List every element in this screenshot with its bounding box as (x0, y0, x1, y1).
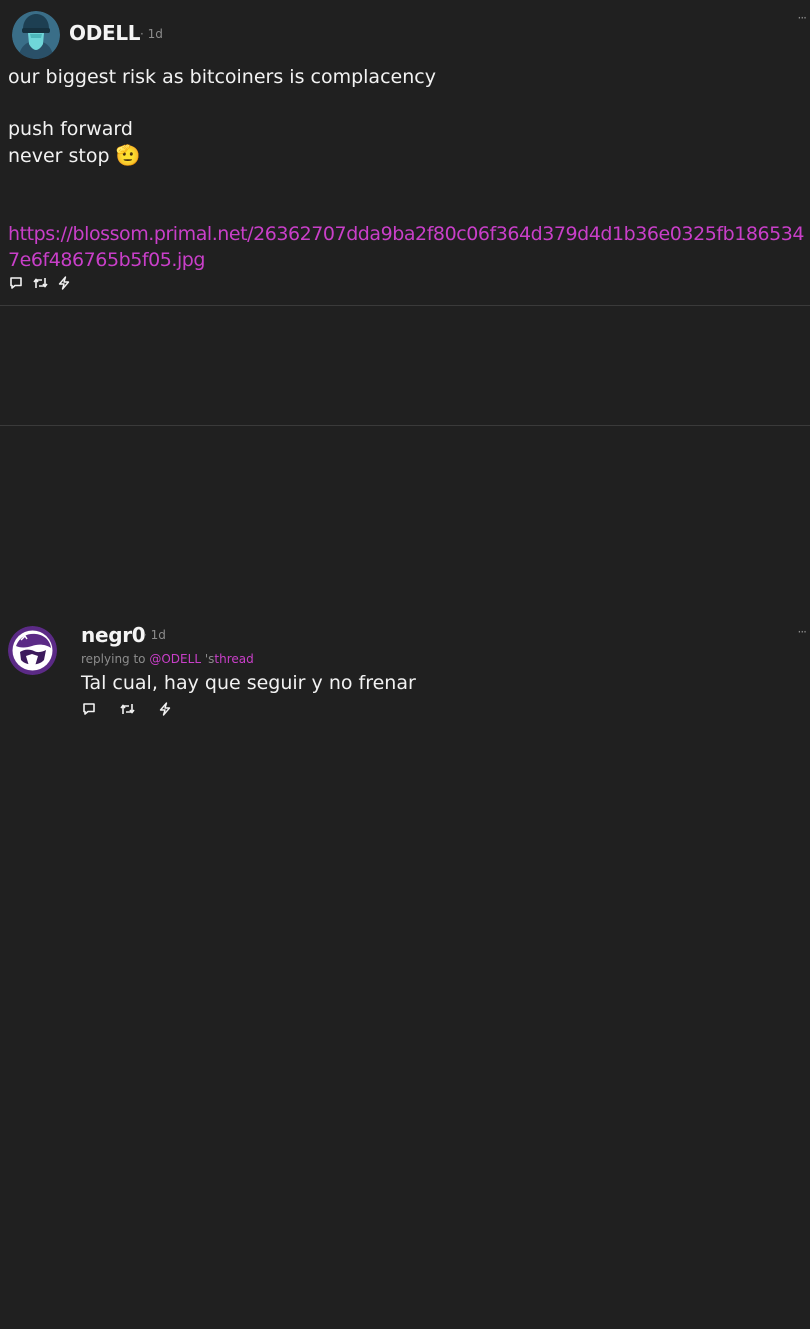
reply-icon[interactable] (81, 701, 97, 717)
timestamp: · 1d (143, 628, 166, 642)
note-line: push forward (8, 118, 133, 140)
zap-icon[interactable] (157, 701, 173, 717)
author-avatar[interactable] (8, 626, 57, 675)
replying-to-line: replying to @ODELL 'sthread (81, 652, 254, 666)
note-line: never stop (8, 145, 110, 167)
note-line-with-emoji: never stop 🫡 (8, 142, 806, 169)
note-card-odell[interactable]: ODELL · 1d ··· our biggest risk as bitco… (0, 0, 810, 306)
note-line: our biggest risk as bitcoiners is compla… (8, 66, 436, 88)
thread-link[interactable]: thread (214, 652, 253, 666)
repost-icon[interactable] (32, 275, 48, 291)
ellipsis-icon[interactable]: ··· (798, 626, 808, 638)
note-actions (81, 701, 195, 717)
replying-prefix: replying to (81, 652, 146, 666)
image-link[interactable]: https://blossom.primal.net/26362707dda9b… (8, 221, 806, 273)
hooded-figure-avatar-icon (12, 11, 60, 59)
note-actions (8, 275, 80, 291)
ellipsis-icon[interactable]: ··· (798, 12, 808, 24)
mention-link[interactable]: @ODELL (149, 652, 201, 666)
note-content: Tal cual, hay que seguir y no frenar (81, 672, 416, 694)
saluting-face-emoji: 🫡 (115, 143, 141, 167)
note-line (8, 90, 806, 116)
author-name[interactable]: negr0 (81, 623, 146, 647)
repost-icon[interactable] (119, 701, 135, 717)
note-card-negr0[interactable]: negr0 · 1d ··· replying to @ODELL 'sthre… (0, 306, 810, 716)
author-avatar[interactable] (12, 11, 60, 59)
note-content: our biggest risk as bitcoiners is compla… (8, 64, 806, 273)
purple-mascot-avatar-icon (8, 626, 57, 675)
replying-suffix: 's (204, 652, 215, 666)
timestamp: · 1d (140, 27, 163, 41)
zap-icon[interactable] (56, 275, 72, 291)
author-name[interactable]: ODELL (69, 21, 141, 45)
reply-icon[interactable] (8, 275, 24, 291)
